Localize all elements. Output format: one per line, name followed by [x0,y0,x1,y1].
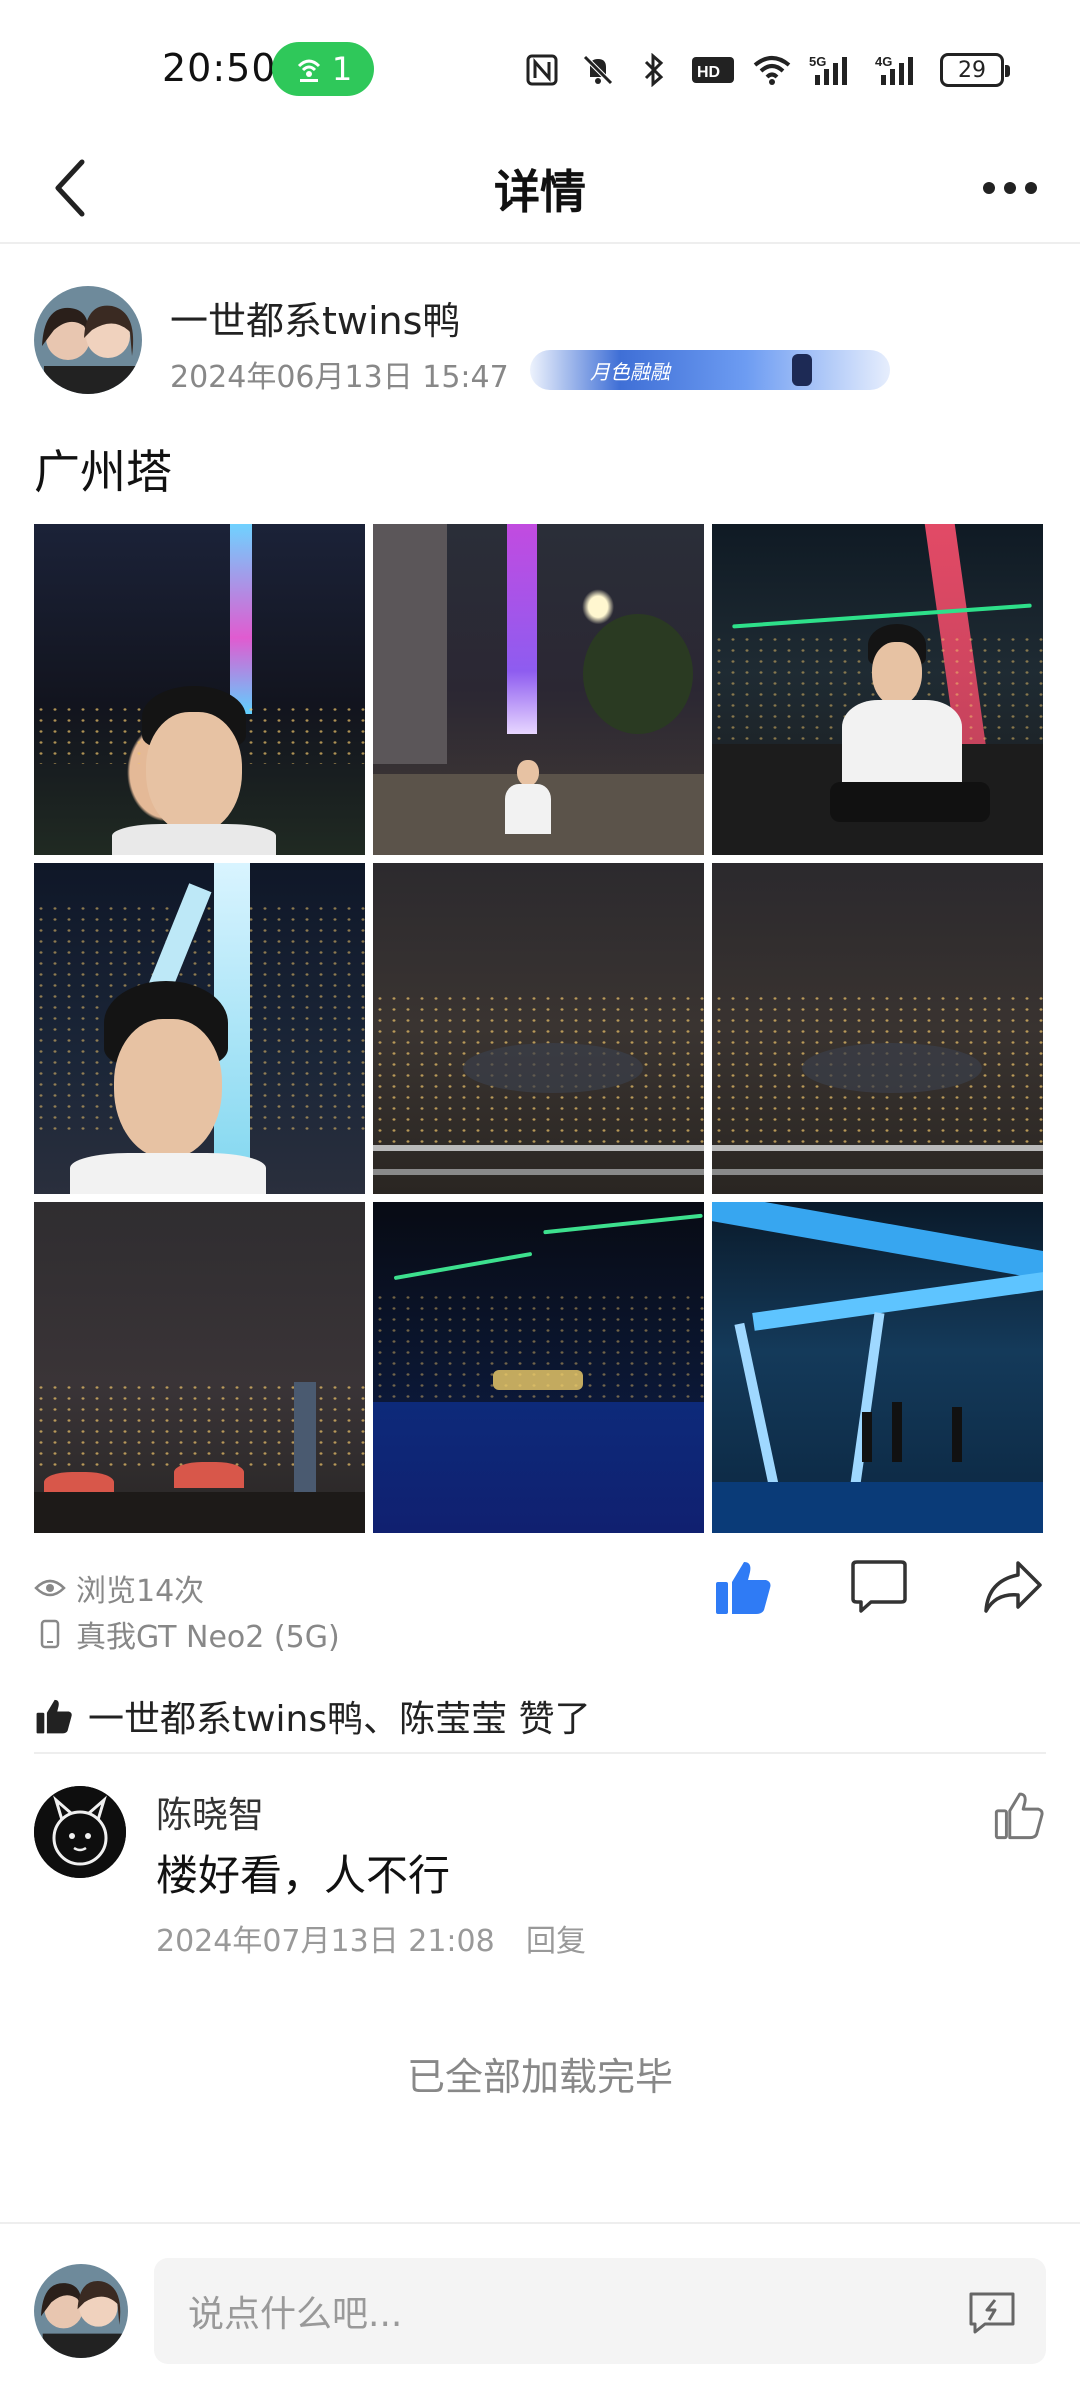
photo-3[interactable] [712,524,1043,855]
likes-text[interactable]: 一世都系twins鸭、陈莹莹 赞了 [88,1690,591,1742]
signal-5g-icon: 5G [808,50,858,90]
device-name: 真我GT Neo2 (5G) [76,1620,340,1655]
comment-button[interactable] [844,1552,914,1622]
page-title: 详情 [494,165,586,219]
hotspot-indicator: 1 [272,42,374,96]
phone-icon [40,1619,60,1649]
view-count: 浏览14次 [34,1566,204,1610]
status-time: 20:50 [162,46,277,90]
wifi-icon [752,50,792,90]
reply-button[interactable]: 回复 [526,1916,586,1960]
eye-icon [34,1579,66,1597]
likes-row: 一世都系twins鸭、陈莹莹 赞了 [34,1690,591,1742]
svg-text:4G: 4G [875,54,892,69]
page-header: 详情 [0,130,1080,244]
comment-input[interactable]: 说点什么吧... [154,2258,1046,2364]
my-avatar[interactable] [34,2264,128,2358]
thumbs-up-icon [36,1699,72,1734]
bluetooth-icon [634,50,674,90]
post-text: 广州塔 [34,445,172,499]
badge-figure-icon [792,354,812,386]
decoration-badge: 月色融融 [530,350,890,390]
device-info: 真我GT Neo2 (5G) [34,1612,340,1656]
comment-text: 楼好看，人不行 [156,1851,451,1900]
signal-4g-icon: 4G [874,50,924,90]
status-icons: HD 5G 4G 29 [522,50,1010,90]
svg-text:HD: HD [697,64,720,81]
photo-2[interactable] [373,524,704,855]
like-button[interactable] [708,1552,778,1622]
share-button[interactable] [978,1552,1048,1622]
hotspot-icon [297,59,320,82]
end-of-list-text: 已全部加载完毕 [406,2055,673,2099]
battery-level: 29 [958,57,986,83]
emoji-panel-icon [969,2292,1015,2334]
comment-input-placeholder: 说点什么吧... [188,2294,403,2335]
hotspot-count: 1 [331,50,353,88]
photo-5[interactable] [373,863,704,1194]
more-button[interactable] [970,148,1050,228]
author-avatar[interactable] [34,286,142,394]
author-name[interactable]: 一世都系twins鸭 [170,290,460,345]
photo-1[interactable] [34,524,365,855]
photo-grid [34,524,1044,1533]
photo-9[interactable] [712,1202,1043,1533]
thumbs-up-icon [716,1562,771,1614]
comment-icon [851,1560,907,1613]
mute-icon [578,50,618,90]
photo-8[interactable] [373,1202,704,1533]
comment-time: 2024年07月13日 21:08 [156,1924,495,1959]
battery-icon: 29 [940,53,1010,87]
badge-text: 月色融融 [590,360,670,384]
photo-7[interactable] [34,1202,365,1533]
comment-like-button[interactable] [984,1780,1054,1850]
view-count-text: 浏览14次 [76,1574,205,1609]
photo-4[interactable] [34,863,365,1194]
emoji-button[interactable] [962,2282,1022,2342]
thumbs-up-outline-icon [994,1792,1044,1840]
more-icon [983,182,1037,194]
commenter-avatar[interactable] [34,1786,126,1878]
post-time: 2024年06月13日 15:47 [170,360,509,395]
nfc-icon [522,50,562,90]
commenter-name[interactable]: 陈晓智 [156,1786,264,1838]
divider [34,1752,1046,1754]
status-bar: 20:50 1 HD 5G 4G 29 [0,0,1080,130]
svg-text:5G: 5G [809,54,826,69]
share-icon [984,1561,1042,1613]
comment-input-bar: 说点什么吧... [0,2222,1080,2400]
hd-icon: HD [690,50,736,90]
photo-6[interactable] [712,863,1043,1194]
